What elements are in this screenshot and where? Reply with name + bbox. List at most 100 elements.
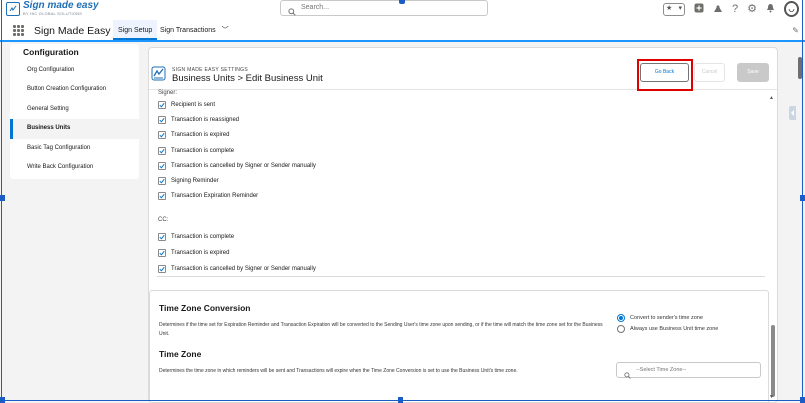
radio-label: Convert to sender's time zone — [630, 315, 703, 321]
sidebar-title: Configuration — [23, 47, 79, 57]
app-launcher-icon[interactable] — [13, 25, 24, 36]
logo-subtitle: BY HIC GLOBAL SOLUTIONS — [23, 11, 83, 16]
header-utility-icons: ★ ▾ ? ⚙ ◡ — [663, 0, 799, 18]
cancel-button[interactable]: Cancel — [694, 63, 725, 82]
sidebar-item-write-back-configuration[interactable]: Write Back Configuration — [10, 158, 139, 177]
sidebar-item-general-setting[interactable]: General Setting — [10, 100, 139, 119]
signer-group-label: Signer: — [158, 90, 178, 96]
radio-label: Always use Business Unit time zone — [630, 326, 719, 332]
side-panel-toggle-icon[interactable] — [789, 106, 796, 120]
cc-checkbox-item[interactable]: Transaction is expired — [158, 247, 229, 259]
cc-checkbox-item[interactable]: Transaction is cancelled by Signer or Se… — [158, 263, 316, 275]
selection-handle-top — [399, 0, 405, 4]
sidebar-item-label: Business Units — [27, 125, 71, 132]
checkbox-checked-icon[interactable] — [158, 249, 166, 257]
checkbox-checked-icon[interactable] — [158, 265, 166, 273]
selection-handle-bottom[interactable] — [398, 397, 403, 403]
tab-label: Sign Transactions — [160, 27, 216, 34]
sidebar-item-label: Basic Tag Configuration — [27, 144, 91, 151]
add-icon[interactable] — [694, 3, 704, 16]
checkbox-label: Transaction is complete — [171, 147, 235, 154]
scrollbar-thumb[interactable] — [771, 325, 775, 397]
notification-settings-section: Signer: Recipient is sent Transaction is … — [157, 90, 765, 277]
app-logo[interactable]: Sign made easy BY HIC GLOBAL SOLUTIONS — [6, 1, 99, 16]
signer-checkbox-item[interactable]: Transaction is reassigned — [158, 114, 239, 126]
signer-checkbox-item[interactable]: Transaction Expiration Reminder — [158, 190, 258, 202]
checkbox-label: Transaction Expiration Reminder — [171, 193, 259, 200]
selection-handle-left[interactable] — [0, 195, 5, 201]
app-navigation-bar: Sign Made Easy Sign Setup Sign Transacti… — [0, 20, 805, 42]
setup-gear-icon[interactable]: ⚙ — [747, 3, 757, 15]
checkbox-label: Transaction is complete — [171, 234, 235, 240]
checkbox-checked-icon[interactable] — [158, 101, 166, 109]
checkbox-checked-icon[interactable] — [158, 177, 166, 185]
content-scrollbar[interactable]: ▲ ▼ — [768, 95, 777, 403]
edit-business-unit-card: SIGN MADE EASY SETTINGS Business Units >… — [148, 47, 778, 403]
checkbox-checked-icon[interactable] — [158, 192, 166, 201]
sidebar-item-basic-tag-configuration[interactable]: Basic Tag Configuration — [10, 139, 139, 158]
sidebar-item-business-units[interactable]: Business Units — [10, 119, 139, 139]
time-zone-placeholder: --Select Time Zone-- — [636, 367, 687, 373]
signer-checkbox-item[interactable]: Recipient is sent — [158, 99, 215, 111]
time-zone-description: Determines the time zone in which remind… — [159, 368, 518, 374]
tab-sign-transactions[interactable]: Sign Transactions ﹀ — [160, 20, 229, 40]
sidebar-item-label: Button Creation Configuration — [27, 86, 107, 93]
search-icon — [288, 3, 296, 21]
sign-logo-icon — [6, 1, 20, 16]
trailhead-icon[interactable] — [713, 3, 723, 16]
go-back-button[interactable]: Go Back — [640, 63, 689, 82]
selection-frame-right — [802, 0, 803, 403]
checkbox-label: Transaction is cancelled by Signer or Se… — [171, 162, 316, 169]
selection-handle-bottom-right[interactable] — [800, 397, 805, 403]
logo-name: Sign made easy — [23, 0, 99, 11]
avatar[interactable]: ◡ — [784, 1, 799, 17]
radio-button-selected[interactable] — [617, 314, 625, 322]
selection-frame-left — [1, 0, 2, 403]
edit-nav-pencil-icon[interactable]: ✎ — [792, 26, 799, 35]
search-placeholder: Search... — [301, 4, 330, 11]
checkbox-label: Transaction is expired — [171, 250, 230, 256]
app-name: Sign Made Easy — [34, 25, 111, 37]
radio-button[interactable] — [617, 325, 625, 333]
cc-group-label: CC: — [158, 217, 169, 223]
favorites-icon[interactable]: ★ ▾ — [663, 2, 685, 16]
scroll-up-arrow-icon[interactable]: ▲ — [769, 95, 774, 101]
checkbox-label: Recipient is sent — [171, 102, 216, 108]
global-header: Sign made easy BY HIC GLOBAL SOLUTIONS S… — [0, 0, 805, 20]
settings-sign-icon — [151, 66, 166, 86]
tab-label: Sign Setup — [118, 27, 153, 34]
signer-checkbox-item[interactable]: Transaction is complete — [158, 145, 234, 157]
cc-checkbox-item[interactable]: Transaction is complete — [158, 231, 234, 243]
checkbox-label: Signing Reminder — [171, 178, 219, 184]
search-icon — [624, 366, 631, 384]
global-search-input[interactable]: Search... — [280, 0, 488, 16]
checkbox-checked-icon[interactable] — [158, 131, 166, 140]
time-zone-card: Time Zone Conversion Determines if the t… — [149, 290, 769, 402]
radio-convert-to-sender-time-zone[interactable]: Convert to sender's time zone — [617, 313, 703, 323]
tab-sign-setup[interactable]: Sign Setup — [113, 20, 158, 40]
selection-handle-bottom-left[interactable] — [0, 397, 5, 403]
configuration-sidebar: Configuration Org Configuration Button C… — [10, 44, 139, 179]
time-zone-conversion-title: Time Zone Conversion — [159, 303, 251, 313]
checkbox-checked-icon[interactable] — [158, 146, 166, 155]
sidebar-item-button-creation-configuration[interactable]: Button Creation Configuration — [10, 80, 139, 99]
checkbox-checked-icon[interactable] — [158, 116, 166, 125]
chevron-down-icon[interactable]: ﹀ — [222, 27, 229, 34]
checkbox-checked-icon[interactable] — [158, 233, 166, 241]
signer-checkbox-item[interactable]: Transaction is expired — [158, 129, 229, 141]
signer-checkbox-item[interactable]: Transaction is cancelled by Signer or Se… — [158, 160, 316, 172]
time-zone-select[interactable]: --Select Time Zone-- — [616, 362, 761, 379]
sidebar-item-org-configuration[interactable]: Org Configuration — [10, 61, 139, 80]
help-icon[interactable]: ? — [732, 3, 738, 15]
page-header: SIGN MADE EASY SETTINGS Business Units >… — [149, 48, 777, 91]
save-button[interactable]: Save — [737, 63, 769, 82]
sidebar-item-label: General Setting — [27, 105, 69, 112]
checkbox-checked-icon[interactable] — [158, 161, 166, 170]
sidebar-item-label: Write Back Configuration — [27, 163, 94, 170]
time-zone-conversion-description: Determines if the time set for Expiratio… — [159, 322, 603, 337]
selection-handle-right[interactable] — [800, 195, 805, 201]
signer-checkbox-item[interactable]: Signing Reminder — [158, 175, 219, 187]
radio-always-use-business-unit-time-zone[interactable]: Always use Business Unit time zone — [617, 324, 718, 334]
time-zone-title: Time Zone — [159, 349, 202, 359]
notifications-bell-icon[interactable] — [766, 3, 775, 16]
